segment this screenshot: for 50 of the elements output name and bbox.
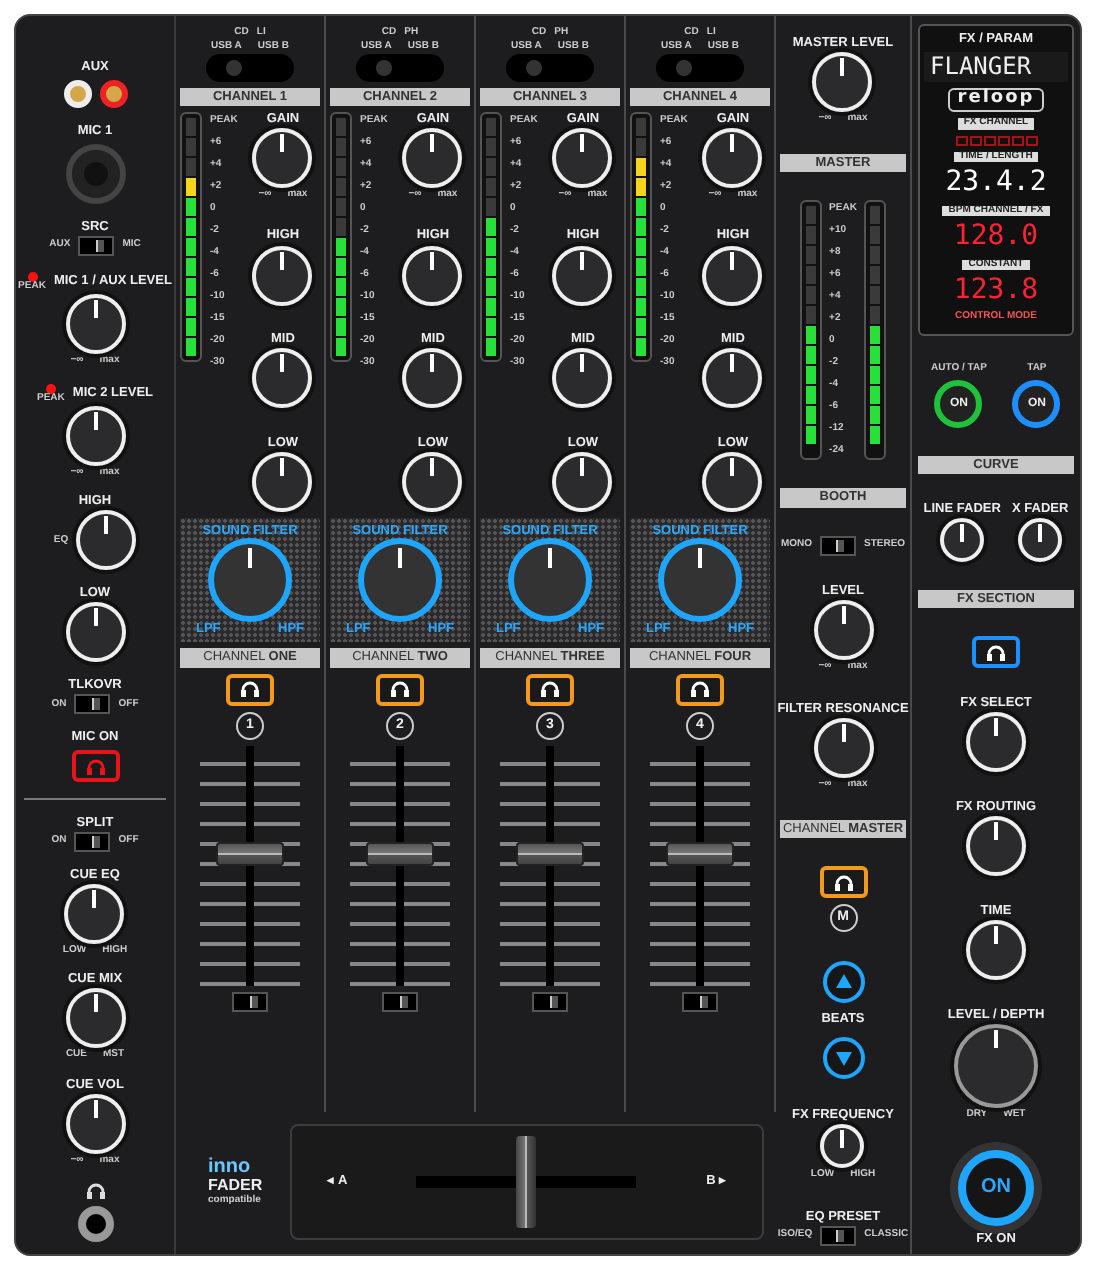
filter-knob[interactable] — [658, 538, 742, 623]
beat-up-button[interactable] — [821, 960, 865, 1005]
combo-jack-icon — [65, 144, 125, 205]
peak-led — [27, 271, 37, 282]
rca-jack-icon — [99, 80, 127, 109]
rotary-knob[interactable] — [954, 1024, 1038, 1109]
cue-button[interactable] — [972, 636, 1020, 669]
toggle-switch[interactable] — [78, 235, 115, 256]
fader-handle[interactable] — [366, 842, 434, 867]
constant-readout: 123.8 — [953, 276, 1039, 307]
headphones-icon — [540, 680, 560, 699]
rca-jack-icon — [63, 80, 91, 109]
cue-button[interactable] — [526, 673, 574, 706]
headphones-icon — [986, 643, 1006, 662]
curve-switch[interactable] — [232, 991, 268, 1012]
cue-button[interactable] — [376, 673, 424, 706]
crossfader-handle[interactable] — [516, 1136, 537, 1228]
mic-on-button[interactable] — [71, 750, 119, 783]
curve-switch[interactable] — [682, 991, 718, 1012]
headphones-icon — [85, 1181, 105, 1200]
toggle-switch[interactable] — [820, 535, 856, 556]
headphones-icon — [85, 757, 105, 776]
fader-handle[interactable] — [516, 842, 584, 867]
peak-led — [45, 383, 56, 394]
time-readout: 23.4.2 — [945, 168, 1047, 200]
channel-indicator-icon — [955, 135, 1037, 146]
logo-text: inno — [208, 1156, 251, 1179]
filter-knob[interactable] — [508, 538, 592, 623]
toggle-switch[interactable] — [74, 694, 111, 715]
toggle-switch[interactable] — [74, 831, 111, 852]
filter-knob[interactable] — [208, 538, 292, 623]
headphones-icon — [390, 680, 410, 699]
headphones-icon — [833, 873, 853, 892]
bpm-readout: 128.0 — [953, 222, 1039, 253]
logo-text: FADER — [208, 1178, 263, 1195]
beat-down-button[interactable] — [821, 1035, 865, 1080]
toggle-switch[interactable] — [820, 1225, 857, 1246]
filter-knob[interactable] — [358, 538, 442, 623]
cue-button[interactable] — [676, 673, 724, 706]
fader-handle[interactable] — [216, 842, 284, 867]
headphone-jack-icon — [77, 1205, 113, 1242]
cue-button[interactable] — [226, 673, 274, 706]
brand-logo: reloop — [947, 88, 1045, 113]
headphones-icon — [240, 680, 260, 699]
cue-button[interactable] — [819, 866, 867, 899]
headphones-icon — [690, 680, 710, 699]
fader-handle[interactable] — [666, 842, 734, 867]
curve-switch[interactable] — [382, 991, 418, 1012]
curve-switch[interactable] — [532, 991, 568, 1012]
effect-name: FLANGER — [924, 52, 1068, 83]
